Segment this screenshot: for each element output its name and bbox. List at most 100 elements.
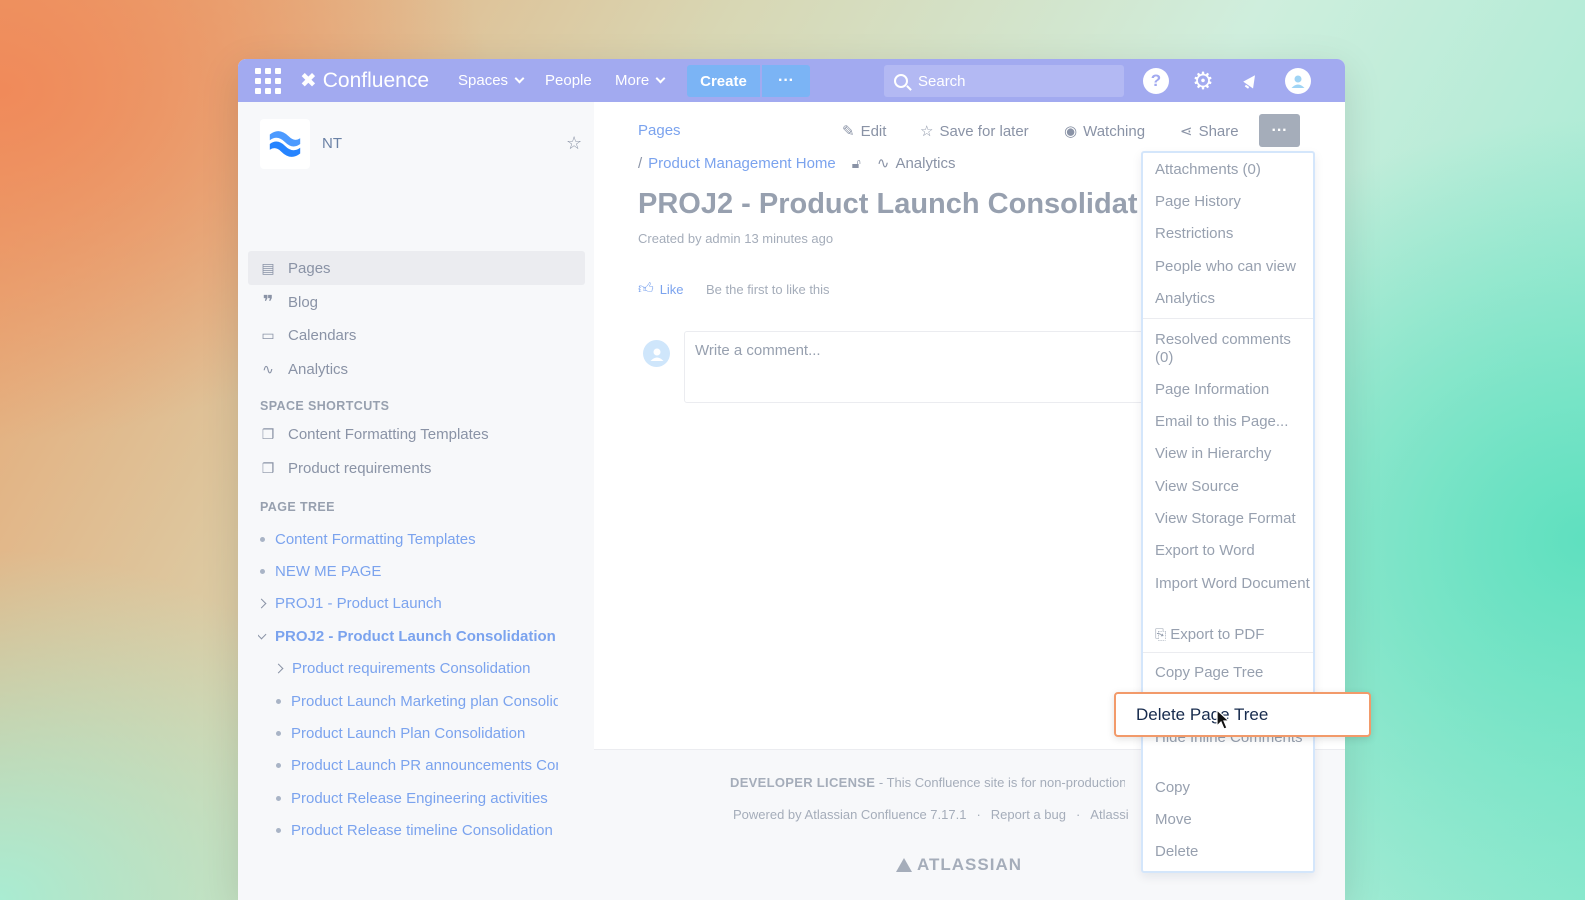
chevron-right-icon[interactable] (275, 663, 284, 674)
gear-icon[interactable]: ⚙ (1190, 68, 1216, 95)
space-logo[interactable] (260, 119, 310, 169)
unlock-icon[interactable]: 🔓︎ (852, 155, 861, 172)
pencil-icon: ✎ (842, 123, 855, 140)
menu-item-people-who-can-view[interactable]: People who can view (1155, 258, 1310, 276)
star-icon[interactable]: ☆ (566, 133, 582, 154)
search-box[interactable] (884, 65, 1124, 97)
atlassian-logo-icon (896, 858, 912, 872)
nav-people[interactable]: People (545, 72, 592, 89)
atlassian-news-link[interactable]: Atlassian News (1090, 807, 1128, 822)
menu-item-analytics[interactable]: Analytics (1155, 290, 1310, 308)
edit-label: Edit (860, 122, 887, 140)
app-name: Confluence (322, 68, 430, 92)
breadcrumb-pages[interactable]: Pages (638, 122, 681, 139)
menu-item-resolved-comments[interactable]: Resolved comments (0) (1155, 331, 1310, 367)
bullet-icon (276, 796, 281, 801)
share-label: Share (1198, 122, 1239, 140)
powered-by-link[interactable]: Powered by Atlassian Confluence 7.17.1 (733, 807, 966, 822)
sidebar-item-analytics[interactable]: ∿ Analytics (248, 352, 585, 386)
menu-item-delete-page-tree[interactable]: Delete Page Tree (1114, 692, 1371, 737)
page-icon: ▤ (261, 259, 275, 276)
bullet-icon (276, 699, 281, 704)
app-switcher-icon[interactable] (255, 68, 281, 94)
menu-item-page-history[interactable]: Page History (1155, 193, 1310, 211)
tree-item-label: Product Launch PR announcements Consolid… (291, 757, 558, 774)
save-for-later-button[interactable]: ☆ Save for later (920, 122, 1029, 141)
menu-item-restrictions[interactable]: Restrictions (1155, 225, 1310, 243)
shortcut-product-requirements[interactable]: ❐ Product requirements (248, 451, 585, 485)
more-actions-button[interactable]: ··· (1259, 114, 1300, 147)
search-input[interactable] (918, 72, 1098, 90)
eye-icon: ◉ (1064, 123, 1078, 140)
share-button[interactable]: ⋖ Share (1180, 122, 1239, 141)
tree-item-current[interactable]: PROJ2 - Product Launch Consolidation (258, 628, 558, 645)
space-shortcuts-heading: SPACE SHORTCUTS (260, 399, 390, 413)
report-bug-link[interactable]: Report a bug (991, 807, 1066, 822)
tree-item[interactable]: PROJ1 - Product Launch (258, 595, 578, 612)
user-avatar-icon[interactable] (1285, 68, 1311, 94)
watching-label: Watching (1083, 122, 1146, 140)
confluence-logo[interactable]: ✖ Confluence (300, 68, 429, 93)
watching-button[interactable]: ◉ Watching (1064, 122, 1146, 141)
like-button[interactable]: 👍︎ Like (638, 280, 684, 298)
menu-item-attachments[interactable]: Attachments (0) (1155, 161, 1310, 179)
sidebar-item-label: Pages (288, 259, 331, 277)
nav-people-label: People (545, 72, 592, 89)
space-name[interactable]: NT (322, 135, 342, 152)
avatar (643, 340, 670, 367)
menu-item-view-source[interactable]: View Source (1155, 478, 1310, 496)
menu-item-page-information[interactable]: Page Information (1155, 381, 1310, 399)
tree-item[interactable]: Product requirements Consolidation (275, 660, 560, 677)
menu-item-delete[interactable]: Delete (1155, 843, 1310, 861)
sidebar-item-pages[interactable]: ▤ Pages (248, 251, 585, 285)
menu-item-import-word[interactable]: Import Word Document (1155, 575, 1310, 593)
tree-item-label: PROJ2 - Product Launch Consolidation (275, 628, 556, 645)
sidebar-item-label: Analytics (288, 360, 349, 378)
tree-item[interactable]: Product Release timeline Consolidation (276, 822, 558, 839)
tree-item-label: Content Formatting Templates (275, 531, 476, 548)
menu-item-copy[interactable]: Copy (1155, 779, 1310, 797)
top-navigation: ✖ Confluence Spaces People More Create ·… (238, 59, 1345, 102)
license-notice: DEVELOPER LICENSE - This Confluence site… (730, 775, 1125, 790)
chevron-right-icon[interactable] (258, 598, 267, 609)
menu-item-view-hierarchy[interactable]: View in Hierarchy (1155, 445, 1310, 463)
menu-item-view-storage-format[interactable]: View Storage Format (1155, 510, 1310, 528)
calendar-icon: ▭ (261, 326, 275, 343)
create-more-button[interactable]: ··· (762, 65, 810, 97)
nav-more[interactable]: More (615, 72, 666, 89)
shortcut-content-formatting[interactable]: ❐ Content Formatting Templates (248, 417, 585, 451)
tree-item-label: Product Release Engineering activities (291, 790, 548, 807)
help-icon[interactable]: ? (1143, 68, 1169, 94)
breadcrumb-analytics[interactable]: Analytics (895, 155, 955, 172)
license-label: DEVELOPER LICENSE (730, 775, 876, 790)
tree-item[interactable]: Product Release Engineering activities (276, 790, 558, 807)
create-button[interactable]: Create (687, 65, 760, 97)
chevron-down-icon[interactable] (258, 629, 267, 640)
license-text: - This Confluence site is for non-produc… (878, 775, 1125, 790)
tree-item[interactable]: Product Launch Marketing plan Consolidat… (276, 693, 558, 710)
edit-button[interactable]: ✎ Edit (842, 122, 887, 141)
tree-item[interactable]: Product Launch PR announcements Consolid… (276, 757, 558, 774)
comment-input[interactable] (695, 342, 1133, 359)
menu-item-email-page[interactable]: Email to this Page... (1155, 413, 1310, 431)
tree-item[interactable]: Content Formatting Templates (260, 531, 580, 548)
menu-item-move[interactable]: Move (1155, 811, 1310, 829)
menu-item-export-word[interactable]: Export to Word (1155, 542, 1310, 560)
sidebar-item-label: Blog (288, 293, 319, 311)
notifications-icon[interactable] (1238, 68, 1264, 94)
sidebar-item-calendars[interactable]: ▭ Calendars (248, 318, 585, 352)
menu-item-export-pdf[interactable]: ⎘ Export to PDF (1155, 625, 1310, 644)
bullet-icon (276, 763, 281, 768)
share-icon: ⋖ (1180, 123, 1193, 140)
tree-item[interactable]: Product Launch Plan Consolidation (276, 725, 558, 742)
breadcrumb-parent-link[interactable]: Product Management Home (648, 155, 836, 172)
breadcrumb-separator: / (638, 154, 643, 172)
menu-item-copy-page-tree[interactable]: Copy Page Tree (1155, 664, 1310, 682)
like-label: Like (659, 281, 684, 297)
footer-links: Powered by Atlassian Confluence 7.17.1 ·… (733, 807, 1128, 822)
sidebar-item-blog[interactable]: ❞ Blog (248, 285, 585, 319)
comment-box[interactable] (684, 331, 1144, 403)
nav-spaces[interactable]: Spaces (458, 72, 525, 89)
tree-item-label: Product Release timeline Consolidation (291, 822, 553, 839)
tree-item[interactable]: NEW ME PAGE (260, 563, 580, 580)
